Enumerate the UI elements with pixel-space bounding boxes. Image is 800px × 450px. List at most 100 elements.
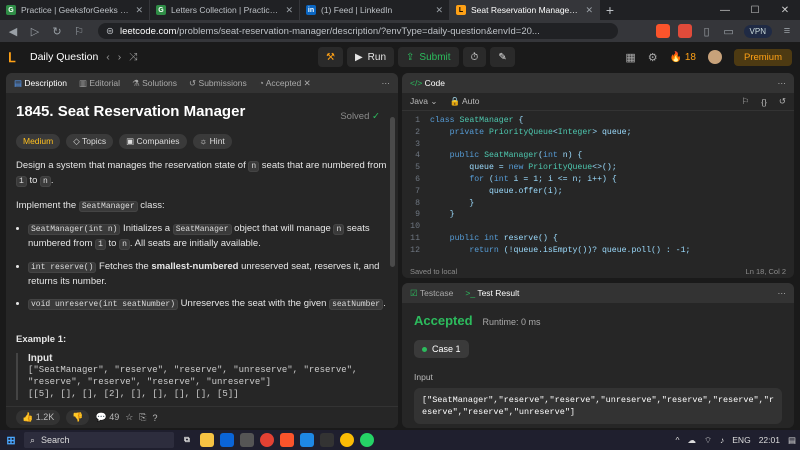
tab-editorial[interactable]: ▥ Editorial [79,78,120,89]
vpn-button[interactable]: VPN [743,24,772,38]
system-tray: ^ ☁ ⌔ ♪ ENG 22:01 ▤ [676,435,796,446]
wifi-icon[interactable]: ⌔ [704,435,712,446]
avatar[interactable] [707,50,722,64]
bookmark-icon[interactable]: ⚐ [72,25,86,38]
timer-button[interactable]: ⏱ [462,47,487,67]
tab-accepted[interactable]: ◔ Accepted ✕ [259,78,311,89]
input-language[interactable]: ENG [732,435,750,445]
tab-description[interactable]: ▤ Description [14,78,67,89]
taskbar-search[interactable]: ⌕ Search [24,432,174,448]
tab-label: Accepted [265,77,302,88]
topics-tag[interactable]: ◇ Topics [66,134,114,149]
code-line: 3 [415,139,420,149]
premium-button[interactable]: Premium [733,48,792,66]
comments-button[interactable]: 💬 49 [95,412,119,423]
cloud-icon[interactable]: ☁ [688,435,697,446]
search-icon: ⌕ [30,434,36,445]
browser-tab-gfg-practice[interactable]: G Practice | GeeksforGeeks | A computer … [0,0,150,20]
auto-mode[interactable]: 🔒 Auto [449,96,479,107]
new-tab-button[interactable]: + [600,0,620,20]
daily-question-link[interactable]: Daily Question [30,51,98,63]
debug-button[interactable]: ⚒ [318,47,343,67]
close-icon[interactable]: ✕ [285,5,293,16]
text: . [50,175,54,186]
leetcode-logo-icon[interactable]: ᒪ [8,50,22,65]
browser-tab-linkedin[interactable]: in (1) Feed | LinkedIn ✕ [300,0,450,20]
bookmark-icon[interactable]: ⚐ [742,96,750,107]
dislike-button[interactable]: 👎 [66,410,90,425]
brave-shield-icon[interactable] [655,24,670,38]
reset-icon[interactable]: ↺ [779,96,786,107]
shuffle-icon[interactable]: ⤨ [129,51,137,64]
task-view-icon[interactable]: ⧉ [180,433,194,447]
chrome-icon[interactable] [260,433,274,447]
comment-icon: 💬 [95,412,107,422]
submit-button[interactable]: ⇪ Submit [398,47,459,67]
mail-icon[interactable] [220,433,234,447]
url-input[interactable]: ⊜ leetcode.com/problems/seat-reservation… [98,23,618,39]
close-window-icon[interactable]: ✕ [770,0,800,20]
braces-icon[interactable]: {} [761,97,767,107]
maximize-icon[interactable]: ☐ [740,0,770,20]
tab-submissions[interactable]: ↺ Submissions [189,78,247,89]
share-icon[interactable]: ⎘ [139,412,146,423]
minimize-icon[interactable]: — [710,0,740,20]
wallet-icon[interactable]: ▭ [722,25,736,38]
difficulty-badge[interactable]: Medium [16,134,61,149]
description-tabs: ▤ Description ▥ Editorial ⚗ Solutions ↺ … [6,73,398,93]
windows-start-icon[interactable]: ⊞ [4,433,18,447]
browser-tab-gfg-letters[interactable]: G Letters Collection | Practice | Geeksf… [150,0,300,20]
sidebar-icon[interactable]: ▯ [700,25,714,38]
case-label: Case 1 [432,344,461,354]
code-tab[interactable]: </> Code [410,78,445,88]
prev-problem-icon[interactable]: ‹ [106,51,110,63]
tab-test-result[interactable]: >_ Test Result [465,288,519,298]
language-select[interactable]: Java ⌄ [410,96,437,107]
reload-icon[interactable]: ↻ [50,25,64,38]
run-button[interactable]: ▶ Run [346,47,395,67]
tab-testcase[interactable]: ☑ Testcase [410,288,453,299]
scrollbar[interactable] [390,117,395,267]
whatsapp-icon[interactable] [360,433,374,447]
layout-icon[interactable]: ▦ [625,51,635,64]
code-line: 6 for (int i = 1; i <= n; i++) { [415,174,617,184]
clock[interactable]: 22:01 [759,435,780,445]
store-icon[interactable] [240,433,254,447]
speaker-icon[interactable]: ♪ [720,435,724,445]
rewards-icon[interactable] [677,24,692,38]
brave-icon[interactable] [280,433,294,447]
companies-tag[interactable]: ▣ Companies [119,134,187,149]
code-editor[interactable]: 1 class SeatManager { 2 private PriorityQ… [402,111,794,261]
text: Fetches the [96,261,152,272]
more-icon[interactable]: ⋯ [778,288,787,299]
streak-counter[interactable]: 🔥 18 [670,52,696,63]
more-icon[interactable]: ⋯ [382,78,391,89]
code-line: 7 queue.offer(i); [415,186,563,196]
hint-tag[interactable]: ☼ Hint [192,134,232,149]
star-icon[interactable]: ☆ [125,412,133,423]
chevron-up-icon[interactable]: ^ [676,435,680,445]
notes-button[interactable]: ✎ [490,47,515,67]
tab-solutions[interactable]: ⚗ Solutions [132,78,177,89]
verdict: Accepted [414,313,473,328]
menu-icon[interactable]: ≡ [780,25,794,37]
more-icon[interactable]: ⋯ [778,78,787,89]
close-icon[interactable]: ✕ [435,5,443,16]
browser-tab-leetcode[interactable]: L Seat Reservation Manager - LeetCode ✕ [450,0,600,20]
next-problem-icon[interactable]: › [118,51,122,63]
text: . [383,298,386,309]
back-icon[interactable]: ◀ [6,25,20,38]
help-icon[interactable]: ? [153,413,158,423]
close-icon[interactable]: ✕ [585,5,593,16]
file-explorer-icon[interactable] [200,433,214,447]
terminal-app-icon[interactable] [320,433,334,447]
forward-icon[interactable]: ▷ [28,25,42,38]
tab-title: (1) Feed | LinkedIn [321,5,393,15]
vscode-icon[interactable] [300,433,314,447]
case-1-button[interactable]: Case 1 [414,340,469,358]
settings-gear-icon[interactable]: ⚙ [648,51,658,64]
notification-icon[interactable]: ▤ [788,435,796,446]
like-button[interactable]: 👍 1.2K [16,410,61,425]
close-icon[interactable]: ✕ [135,5,143,16]
chrome-icon[interactable] [340,433,354,447]
